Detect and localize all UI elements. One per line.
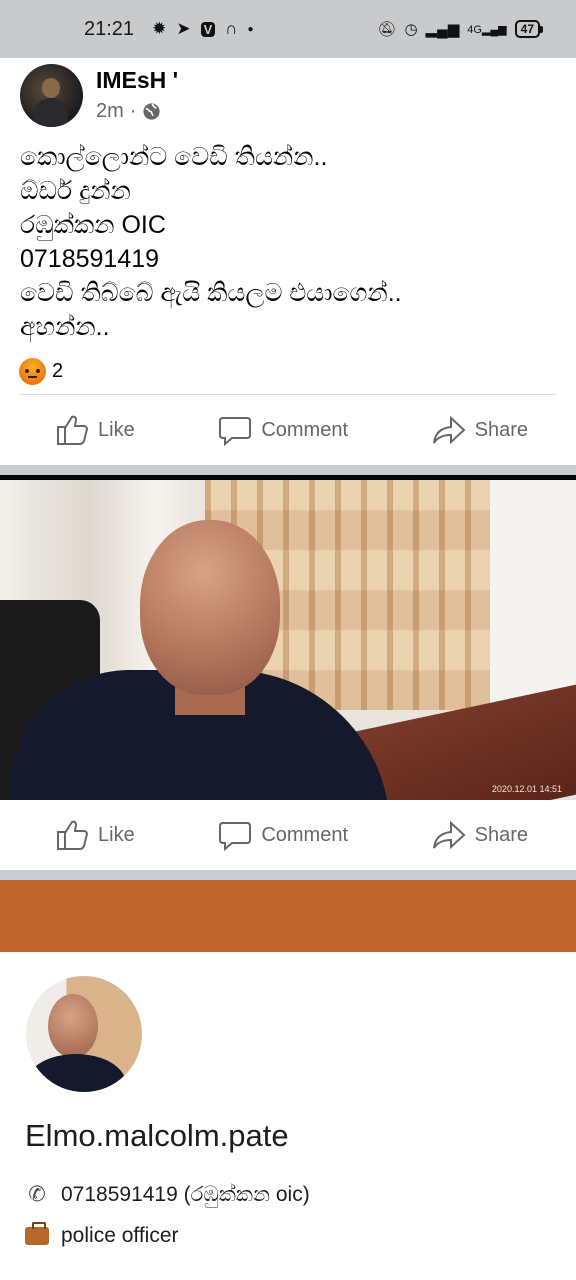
profile-card: Elmo.malcolm.pate ✆ 0718591419 (රඹුක්කන … bbox=[0, 880, 576, 1255]
reactions-summary[interactable]: 2 bbox=[0, 348, 576, 394]
status-time: 21:21 bbox=[84, 17, 135, 40]
share-label: Share bbox=[474, 823, 528, 846]
telegram-icon: ➤ bbox=[176, 19, 191, 38]
angry-reaction-icon bbox=[19, 357, 46, 385]
post-line: කොල්ලොන්ට වෙඩි තියන්න.. bbox=[20, 143, 328, 171]
gear-icon: ✹ bbox=[152, 19, 167, 38]
post-header: IMEsH ' 2m · bbox=[0, 58, 576, 136]
system-nav-bar bbox=[0, 1255, 576, 1280]
post-actions: Like Comment Share bbox=[0, 395, 576, 465]
post-line: රඹුක්කන OIC bbox=[20, 211, 166, 239]
post-photo[interactable]: 2020.12.01 14:51 bbox=[0, 480, 576, 800]
comment-icon bbox=[219, 417, 252, 447]
feed-separator bbox=[0, 465, 576, 475]
signal-icon: ▂▄▆ bbox=[425, 21, 460, 38]
like-button[interactable]: Like bbox=[54, 412, 135, 448]
author-avatar[interactable] bbox=[20, 64, 83, 127]
comment-button[interactable]: Comment bbox=[217, 817, 348, 853]
post-line: අහන්න.. bbox=[20, 313, 110, 341]
photo-actions: Like Comment Share bbox=[0, 800, 576, 870]
vpn-icon: V bbox=[200, 21, 216, 37]
post-line: 0718591419 bbox=[20, 245, 160, 273]
comment-icon bbox=[219, 822, 252, 852]
phone-text: 0718591419 (රඹුක්කන oic) bbox=[61, 1182, 310, 1206]
4g-signal-icon: 4G▂▄▆ bbox=[467, 23, 507, 36]
headphones-icon: ∩ bbox=[225, 19, 238, 38]
post-line: වෙඩි තිබ්බේ ඇයි කියලම එයාගෙන්.. bbox=[20, 279, 402, 307]
feed-separator bbox=[0, 870, 576, 880]
post-author[interactable]: IMEsH ' bbox=[96, 67, 178, 94]
share-button[interactable]: Share bbox=[431, 817, 528, 853]
post-line: ඕඩර් දුන්න bbox=[20, 177, 131, 205]
post-time: 2m · bbox=[96, 100, 161, 123]
share-button[interactable]: Share bbox=[431, 412, 528, 448]
like-label: Like bbox=[98, 418, 135, 441]
reaction-count: 2 bbox=[52, 359, 64, 382]
share-icon bbox=[432, 820, 466, 850]
phone-icon: ✆ bbox=[28, 1183, 46, 1206]
like-label: Like bbox=[98, 823, 135, 846]
comment-button[interactable]: Comment bbox=[217, 412, 348, 448]
share-label: Share bbox=[474, 418, 528, 441]
alarm-icon: ◷ bbox=[404, 21, 418, 38]
mute-icon: 🔕︎ bbox=[377, 21, 397, 38]
profile-phone: ✆ 0718591419 (රඹුක්කන oic) bbox=[25, 1182, 310, 1207]
status-icons-right: 🔕︎ ◷ ▂▄▆ 4G▂▄▆ 47 bbox=[377, 0, 544, 58]
thumbs-up-icon bbox=[57, 415, 89, 445]
profile-name[interactable]: Elmo.malcolm.pate bbox=[25, 1118, 289, 1154]
cover-photo[interactable] bbox=[0, 880, 576, 952]
share-icon bbox=[432, 415, 466, 445]
job-text: police officer bbox=[61, 1224, 179, 1247]
dot-icon: ● bbox=[247, 23, 254, 35]
post-text: කොල්ලොන්ට වෙඩි තියන්න.. ඕඩර් දුන්න රඹුක්… bbox=[0, 140, 576, 344]
comment-label: Comment bbox=[261, 823, 349, 846]
thumbs-up-icon bbox=[57, 820, 89, 850]
comment-label: Comment bbox=[261, 418, 349, 441]
battery-icon: 47 bbox=[514, 20, 544, 38]
status-icons-left: ✹ ➤ V ∩ ● bbox=[152, 19, 253, 39]
profile-avatar[interactable] bbox=[22, 972, 146, 1096]
profile-job: police officer bbox=[25, 1222, 179, 1248]
globe-icon bbox=[143, 103, 161, 120]
photo-timestamp: 2020.12.01 14:51 bbox=[491, 784, 562, 794]
status-bar: 21:21 ✹ ➤ V ∩ ● 🔕︎ ◷ ▂▄▆ 4G▂▄▆ 47 bbox=[0, 0, 576, 58]
briefcase-icon bbox=[25, 1222, 49, 1245]
like-button[interactable]: Like bbox=[54, 817, 135, 853]
